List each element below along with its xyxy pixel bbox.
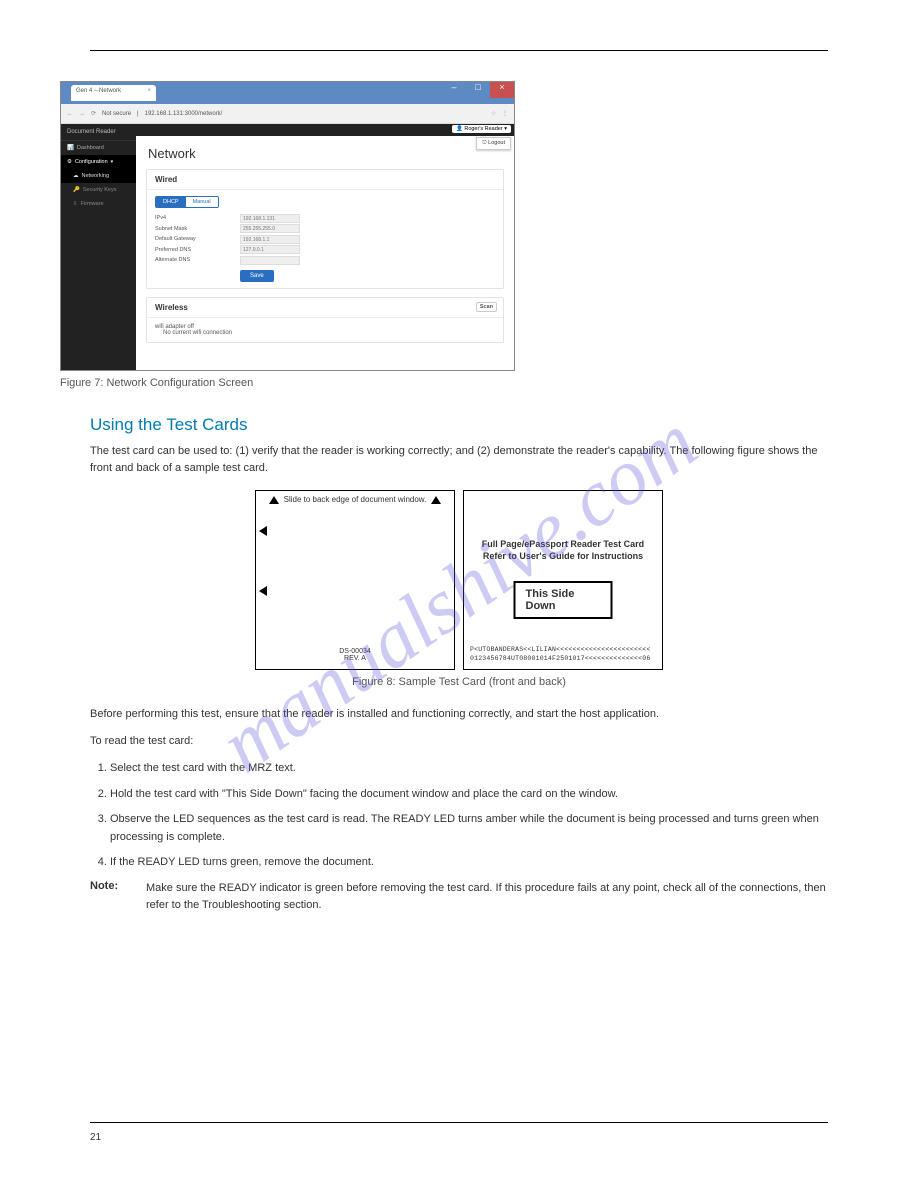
sidebar-item-networking[interactable]: ☁Networking [61, 169, 136, 183]
bookmark-icon[interactable]: ☆ [491, 110, 496, 117]
wired-heading: Wired [147, 170, 503, 190]
front-ds-code: DS-00034 [339, 648, 371, 655]
ipv4-label: IPv4 [155, 215, 240, 221]
step-2: Hold the test card with "This Side Down"… [110, 786, 828, 804]
wired-panel: Wired DHCP Manual IPv4192.168.1.131 Subn… [146, 169, 504, 289]
forward-icon[interactable]: → [79, 111, 85, 117]
test-card-front: Slide to back edge of document window. D… [255, 490, 455, 670]
wireless-note: No current wifi connection [155, 330, 495, 336]
front-top-text: Slide to back edge of document window. [284, 495, 427, 504]
user-menu-button[interactable]: 👤 Roger's Reader ▾ [452, 125, 511, 133]
note-body: Make sure the READY indicator is green b… [146, 880, 828, 913]
maximize-icon[interactable]: □ [466, 82, 490, 98]
dhcp-manual-toggle[interactable]: DHCP Manual [155, 196, 219, 208]
save-button[interactable]: Save [240, 270, 274, 282]
bottom-rule [90, 1122, 828, 1123]
subnet-label: Subnet Mask [155, 226, 240, 232]
reload-icon[interactable]: ⟳ [91, 110, 96, 117]
main-panel: 👤 Roger's Reader ▾ ⎋ Logout Network Wire… [136, 124, 514, 370]
wireless-panel: WirelessScan wifi adapter off No current… [146, 297, 504, 343]
scan-button[interactable]: Scan [476, 302, 497, 312]
sidebar-item-firmware[interactable]: ⇩Firmware [61, 197, 136, 211]
url-text[interactable]: 192.168.1.131:3000/network/ [145, 111, 485, 117]
front-rev: REV. A [344, 655, 366, 662]
logout-menu-item[interactable]: ⎋ Logout [476, 137, 511, 150]
dhcp-option[interactable]: DHCP [156, 197, 186, 207]
figure-7-caption: Figure 7: Network Configuration Screen [60, 377, 828, 389]
minimize-icon[interactable]: – [442, 82, 466, 98]
window-buttons: – □ × [442, 82, 514, 98]
note-row: Note: Make sure the READY indicator is g… [90, 880, 828, 913]
app-brand: Document Reader [61, 124, 136, 141]
security-label: Not secure [102, 111, 131, 117]
section-heading: Using the Test Cards [90, 415, 828, 435]
pref-dns-label: Preferred DNS [155, 247, 240, 253]
step-3: Observe the LED sequences as the test ca… [110, 811, 828, 846]
ipv4-input[interactable]: 192.168.1.131 [240, 214, 300, 223]
sidebar-item-configuration[interactable]: ⚙Configuration▾ [61, 155, 136, 169]
test-card-figures: Slide to back edge of document window. D… [90, 490, 828, 670]
figure-8-caption: Figure 8: Sample Test Card (front and ba… [90, 676, 828, 688]
step-4: If the READY LED turns green, remove the… [110, 854, 828, 872]
note-label: Note: [90, 880, 130, 913]
sidebar: Document Reader 📊Dashboard ⚙Configuratio… [61, 124, 136, 370]
test-card-back: Full Page/ePassport Reader Test Card Refe… [463, 490, 663, 670]
mrz-line-1: P<UTOBANDERAS<<LILIAN<<<<<<<<<<<<<<<<<<<… [470, 646, 650, 653]
arrow-up-icon [431, 496, 441, 504]
close-window-icon[interactable]: × [490, 82, 514, 98]
page-title: Network [136, 136, 514, 169]
back-icon[interactable]: ← [67, 111, 73, 117]
steps-list: Select the test card with the MRZ text. … [90, 760, 828, 872]
sidebar-item-dashboard[interactable]: 📊Dashboard [61, 141, 136, 155]
tab-title: Gen 4 – Network [76, 88, 121, 94]
alt-dns-input[interactable] [240, 256, 300, 265]
sidebar-item-security-keys[interactable]: 🔑Security Keys [61, 183, 136, 197]
subnet-input[interactable]: 255.255.255.0 [240, 224, 300, 233]
alt-dns-label: Alternate DNS [155, 257, 240, 263]
arrow-up-icon [269, 496, 279, 504]
manual-option[interactable]: Manual [186, 197, 218, 207]
wireless-heading: WirelessScan [147, 298, 503, 318]
step-1: Select the test card with the MRZ text. [110, 760, 828, 778]
browser-tab[interactable]: Gen 4 – Network × [71, 85, 156, 101]
section-intro: The test card can be used to: (1) verify… [90, 443, 828, 476]
gateway-label: Default Gateway [155, 236, 240, 242]
close-icon[interactable]: × [147, 88, 151, 94]
body-p2: To read the test card: [90, 733, 828, 750]
pref-dns-input[interactable]: 127.0.0.1 [240, 245, 300, 254]
body-p1: Before performing this test, ensure that… [90, 706, 828, 723]
top-rule [90, 50, 828, 51]
back-line1: Full Page/ePassport Reader Test Card [482, 539, 644, 549]
arrow-left-icon [259, 526, 267, 536]
screenshot-network-config: Gen 4 – Network × – □ × ← → ⟳ Not secure … [60, 81, 515, 371]
this-side-down-box: This Side Down [514, 581, 613, 619]
address-bar: ← → ⟳ Not secure | 192.168.1.131:3000/ne… [61, 104, 514, 124]
mrz-line-2: 0123456784UT08001014F2501017<<<<<<<<<<<<… [470, 655, 650, 662]
page-number: 21 [90, 1132, 101, 1143]
arrow-left-icon [259, 586, 267, 596]
back-line2: Refer to User's Guide for Instructions [483, 551, 643, 561]
chevron-down-icon: ▾ [111, 159, 114, 165]
menu-icon[interactable]: ⋮ [502, 110, 508, 117]
browser-tabbar: Gen 4 – Network × – □ × [61, 82, 514, 104]
gateway-input[interactable]: 192.168.1.1 [240, 235, 300, 244]
